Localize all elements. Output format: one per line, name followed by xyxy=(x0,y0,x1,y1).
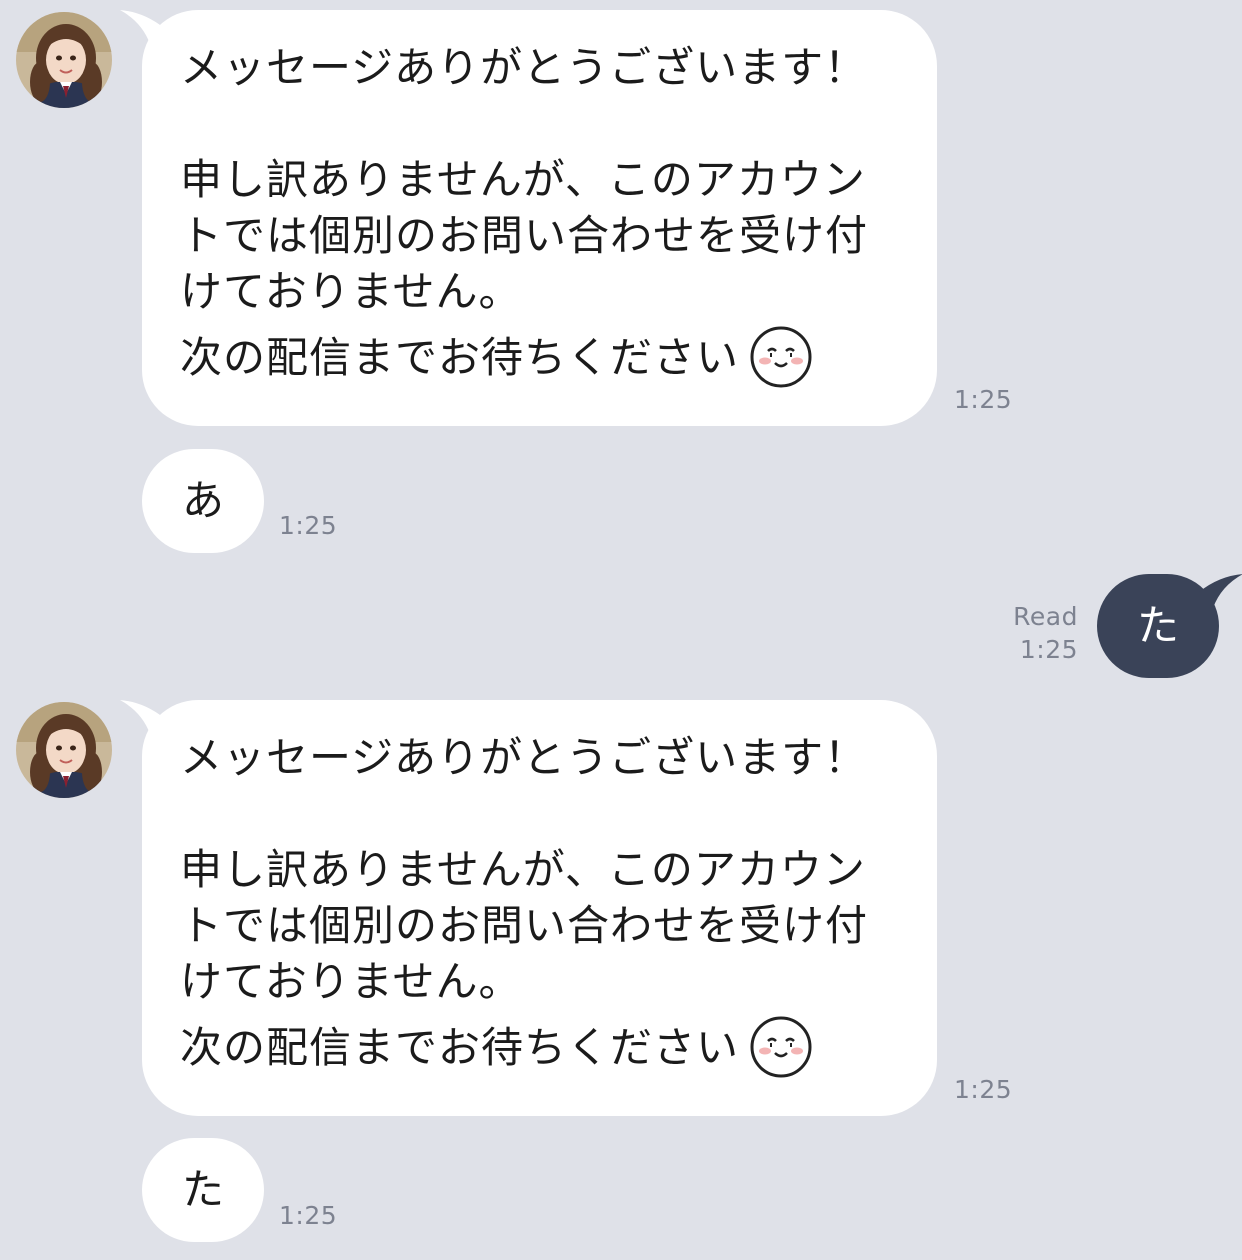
message-line: 申し訳ありませんが、このアカウン xyxy=(180,845,866,894)
bubble-tail xyxy=(1199,574,1242,608)
message-line-with-emoji: 次の配信までお待ちください xyxy=(180,1016,899,1079)
bubble-tail xyxy=(120,700,164,734)
message-line: メッセージありがとうございます！ xyxy=(180,733,868,782)
message-line: メッセージありがとうございます！ xyxy=(180,43,868,92)
timestamp: 1:25 xyxy=(279,511,338,540)
message-bubble-sent[interactable]: た xyxy=(1097,574,1242,678)
timestamp: 1:25 xyxy=(1019,635,1078,664)
message-bubble-received[interactable]: メッセージありがとうございます！ 申し訳ありませんが、このアカウン トでは個別の… xyxy=(120,10,937,426)
message-line-with-emoji: 次の配信までお待ちください xyxy=(180,326,899,389)
message-line: トでは個別のお問い合わせを受け付 xyxy=(180,211,869,260)
message-bubble-received[interactable]: メッセージありがとうございます！ 申し訳ありませんが、このアカウン トでは個別の… xyxy=(120,700,937,1116)
message-line: 次の配信までお待ちください xyxy=(180,333,740,382)
avatar-photo xyxy=(16,702,112,798)
message-line: 申し訳ありませんが、このアカウン xyxy=(180,155,866,204)
smiling-face-emoji xyxy=(750,1016,812,1077)
message-line: トでは個別のお問い合わせを受け付 xyxy=(180,901,869,950)
bubble-tail xyxy=(120,10,164,44)
smiling-face-emoji xyxy=(750,326,812,387)
avatar-photo xyxy=(16,12,112,108)
timestamp: 1:25 xyxy=(954,385,1013,414)
message-bubble-received[interactable]: あ xyxy=(142,449,264,553)
message-bubble-received[interactable]: た xyxy=(142,1138,264,1242)
message-line: けておりません。 xyxy=(180,957,522,1006)
read-label: Read xyxy=(1013,602,1078,631)
timestamp: 1:25 xyxy=(279,1201,338,1230)
avatar[interactable] xyxy=(16,12,112,108)
message-text: た xyxy=(1136,601,1179,650)
message-line: 次の配信までお待ちください xyxy=(180,1023,740,1072)
read-receipt: Read 1:25 xyxy=(1013,600,1078,666)
timestamp: 1:25 xyxy=(954,1075,1013,1104)
message-line: けておりません。 xyxy=(180,267,522,316)
avatar[interactable] xyxy=(16,702,112,798)
